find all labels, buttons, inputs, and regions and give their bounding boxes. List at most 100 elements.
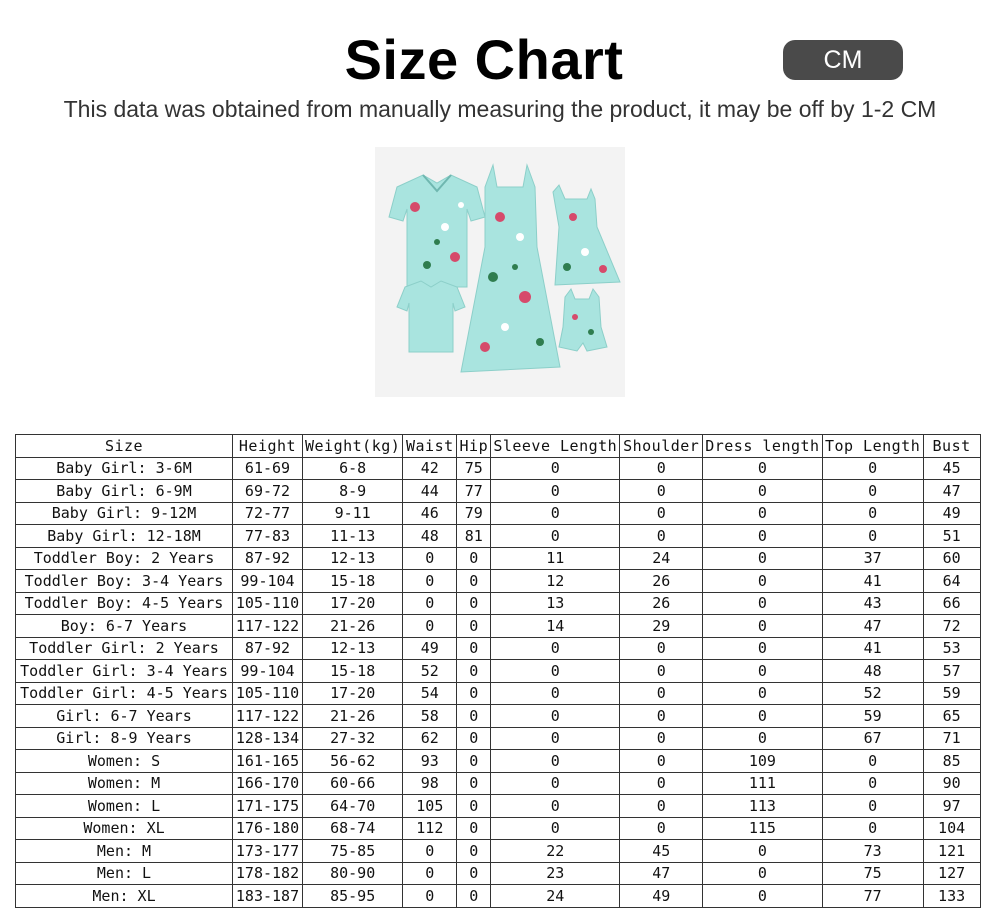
cell-top-length: 75 <box>821 861 924 885</box>
cell-weight: 75-85 <box>301 839 404 863</box>
cell-sleeve-length: 0 <box>490 749 621 773</box>
cell-bust: 47 <box>922 479 981 503</box>
cell-sleeve-length: 0 <box>490 659 621 683</box>
cell-dress-length: 0 <box>702 456 823 480</box>
cell-sleeve-length: 0 <box>490 704 621 728</box>
cell-size: Toddler Girl: 2 Years <box>15 636 233 660</box>
table-row: Boy: 6-7 Years 117-122 21-26 0 0 14 29 0 47 72 <box>15 614 981 638</box>
cell-shoulder: 0 <box>619 704 704 728</box>
cell-height: 176-180 <box>232 816 303 840</box>
cell-size: Men: XL <box>15 884 233 908</box>
table-row: Girl: 6-7 Years 117-122 21-26 58 0 0 0 0 59 65 <box>15 704 981 728</box>
cell-height: 173-177 <box>232 839 303 863</box>
cell-weight: 12-13 <box>301 636 404 660</box>
cell-dress-length: 0 <box>702 614 823 638</box>
cell-size: Girl: 8-9 Years <box>15 726 233 750</box>
cell-height: 87-92 <box>232 546 303 570</box>
cell-dress-length: 0 <box>702 861 823 885</box>
cell-bust: 66 <box>922 591 981 615</box>
cell-sleeve-length: 22 <box>490 839 621 863</box>
cell-sleeve-length: 23 <box>490 861 621 885</box>
cell-height: 69-72 <box>232 479 303 503</box>
cell-sleeve-length: 0 <box>490 524 621 548</box>
cell-height: 117-122 <box>232 614 303 638</box>
table-row: Baby Girl: 9-12M 72-77 9-11 46 79 0 0 0 0 49 <box>15 501 981 525</box>
cell-height: 105-110 <box>232 681 303 705</box>
cell-shoulder: 26 <box>619 591 704 615</box>
cell-top-length: 59 <box>821 704 924 728</box>
cell-dress-length: 0 <box>702 569 823 593</box>
cell-height: 128-134 <box>232 726 303 750</box>
table-row: Women: XL 176-180 68-74 112 0 0 0 115 0 104 <box>15 816 981 840</box>
cell-size: Women: L <box>15 794 233 818</box>
cell-height: 72-77 <box>232 501 303 525</box>
cell-size: Toddler Boy: 2 Years <box>15 546 233 570</box>
cell-hip: 79 <box>456 501 492 525</box>
cell-shoulder: 0 <box>619 771 704 795</box>
cell-dress-length: 0 <box>702 591 823 615</box>
cell-waist: 52 <box>402 659 458 683</box>
cell-shoulder: 0 <box>619 726 704 750</box>
cell-waist: 112 <box>402 816 458 840</box>
table-row: Toddler Girl: 3-4 Years 99-104 15-18 52 0 0 0 0… <box>15 659 981 683</box>
cell-height: 99-104 <box>232 569 303 593</box>
cell-waist: 54 <box>402 681 458 705</box>
cell-hip: 0 <box>456 546 492 570</box>
cell-hip: 75 <box>456 456 492 480</box>
cell-top-length: 41 <box>821 569 924 593</box>
cell-weight: 68-74 <box>301 816 404 840</box>
cell-weight: 6-8 <box>301 456 404 480</box>
cell-sleeve-length: 0 <box>490 456 621 480</box>
cell-weight: 60-66 <box>301 771 404 795</box>
cell-weight: 27-32 <box>301 726 404 750</box>
cell-weight: 9-11 <box>301 501 404 525</box>
cell-bust: 104 <box>922 816 981 840</box>
column-header-shoulder: Shoulder <box>619 434 704 458</box>
unit-badge[interactable]: CM <box>783 40 903 80</box>
cell-height: 77-83 <box>232 524 303 548</box>
cell-size: Women: M <box>15 771 233 795</box>
cell-top-length: 41 <box>821 636 924 660</box>
cell-sleeve-length: 0 <box>490 636 621 660</box>
cell-size: Men: M <box>15 839 233 863</box>
cell-top-length: 52 <box>821 681 924 705</box>
cell-top-length: 0 <box>821 816 924 840</box>
cell-weight: 64-70 <box>301 794 404 818</box>
cell-dress-length: 0 <box>702 681 823 705</box>
cell-dress-length: 0 <box>702 636 823 660</box>
cell-height: 99-104 <box>232 659 303 683</box>
cell-shoulder: 0 <box>619 456 704 480</box>
cell-sleeve-length: 0 <box>490 681 621 705</box>
cell-size: Women: XL <box>15 816 233 840</box>
table-row: Girl: 8-9 Years 128-134 27-32 62 0 0 0 0 67 71 <box>15 726 981 750</box>
cell-sleeve-length: 12 <box>490 569 621 593</box>
cell-height: 117-122 <box>232 704 303 728</box>
cell-dress-length: 0 <box>702 726 823 750</box>
cell-hip: 0 <box>456 726 492 750</box>
cell-sleeve-length: 0 <box>490 794 621 818</box>
cell-sleeve-length: 11 <box>490 546 621 570</box>
cell-top-length: 77 <box>821 884 924 908</box>
cell-sleeve-length: 24 <box>490 884 621 908</box>
cell-top-length: 47 <box>821 614 924 638</box>
cell-hip: 0 <box>456 771 492 795</box>
product-photo <box>375 147 625 397</box>
cell-weight: 11-13 <box>301 524 404 548</box>
cell-weight: 80-90 <box>301 861 404 885</box>
cell-sleeve-length: 14 <box>490 614 621 638</box>
cell-dress-length: 0 <box>702 546 823 570</box>
cell-weight: 21-26 <box>301 704 404 728</box>
cell-shoulder: 0 <box>619 524 704 548</box>
cell-dress-length: 0 <box>702 704 823 728</box>
cell-top-length: 43 <box>821 591 924 615</box>
cell-waist: 0 <box>402 839 458 863</box>
cell-hip: 0 <box>456 569 492 593</box>
cell-size: Toddler Girl: 4-5 Years <box>15 681 233 705</box>
cell-dress-length: 0 <box>702 479 823 503</box>
cell-hip: 77 <box>456 479 492 503</box>
cell-sleeve-length: 13 <box>490 591 621 615</box>
cell-bust: 49 <box>922 501 981 525</box>
cell-size: Baby Girl: 12-18M <box>15 524 233 548</box>
cell-dress-length: 0 <box>702 884 823 908</box>
column-header-top-length: Top Length <box>821 434 924 458</box>
